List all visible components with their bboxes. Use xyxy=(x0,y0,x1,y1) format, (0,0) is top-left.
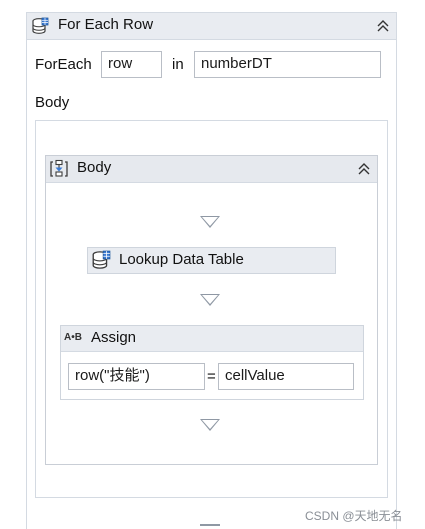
collapse-icon[interactable] xyxy=(376,19,390,33)
body-label: Body xyxy=(35,94,70,111)
collection-input[interactable]: numberDT xyxy=(194,51,381,78)
assign-value-input[interactable]: cellValue xyxy=(218,363,354,390)
assign-to-input[interactable]: row("技能") xyxy=(68,363,205,390)
data-table-icon xyxy=(32,17,49,34)
body-sequence-title: Body xyxy=(77,159,112,176)
drop-target-arrow-icon[interactable] xyxy=(200,294,220,306)
foreach-label: ForEach xyxy=(35,56,92,73)
drop-target-arrow-icon[interactable] xyxy=(200,524,220,529)
drop-target-arrow-icon[interactable] xyxy=(200,419,220,431)
in-label: in xyxy=(172,56,184,73)
collapse-icon[interactable] xyxy=(357,162,371,176)
watermark: CSDN @天地无名 xyxy=(305,509,403,523)
lookup-data-table-title: Lookup Data Table xyxy=(119,251,244,268)
data-table-icon xyxy=(92,250,111,269)
sequence-icon xyxy=(50,159,68,177)
drop-target-arrow-icon[interactable] xyxy=(200,216,220,228)
for-each-row-title: For Each Row xyxy=(58,16,154,33)
item-variable-input[interactable]: row xyxy=(101,51,162,78)
equals-sign: = xyxy=(207,368,216,385)
assign-icon: A•B xyxy=(64,332,82,343)
assign-title: Assign xyxy=(91,329,137,346)
